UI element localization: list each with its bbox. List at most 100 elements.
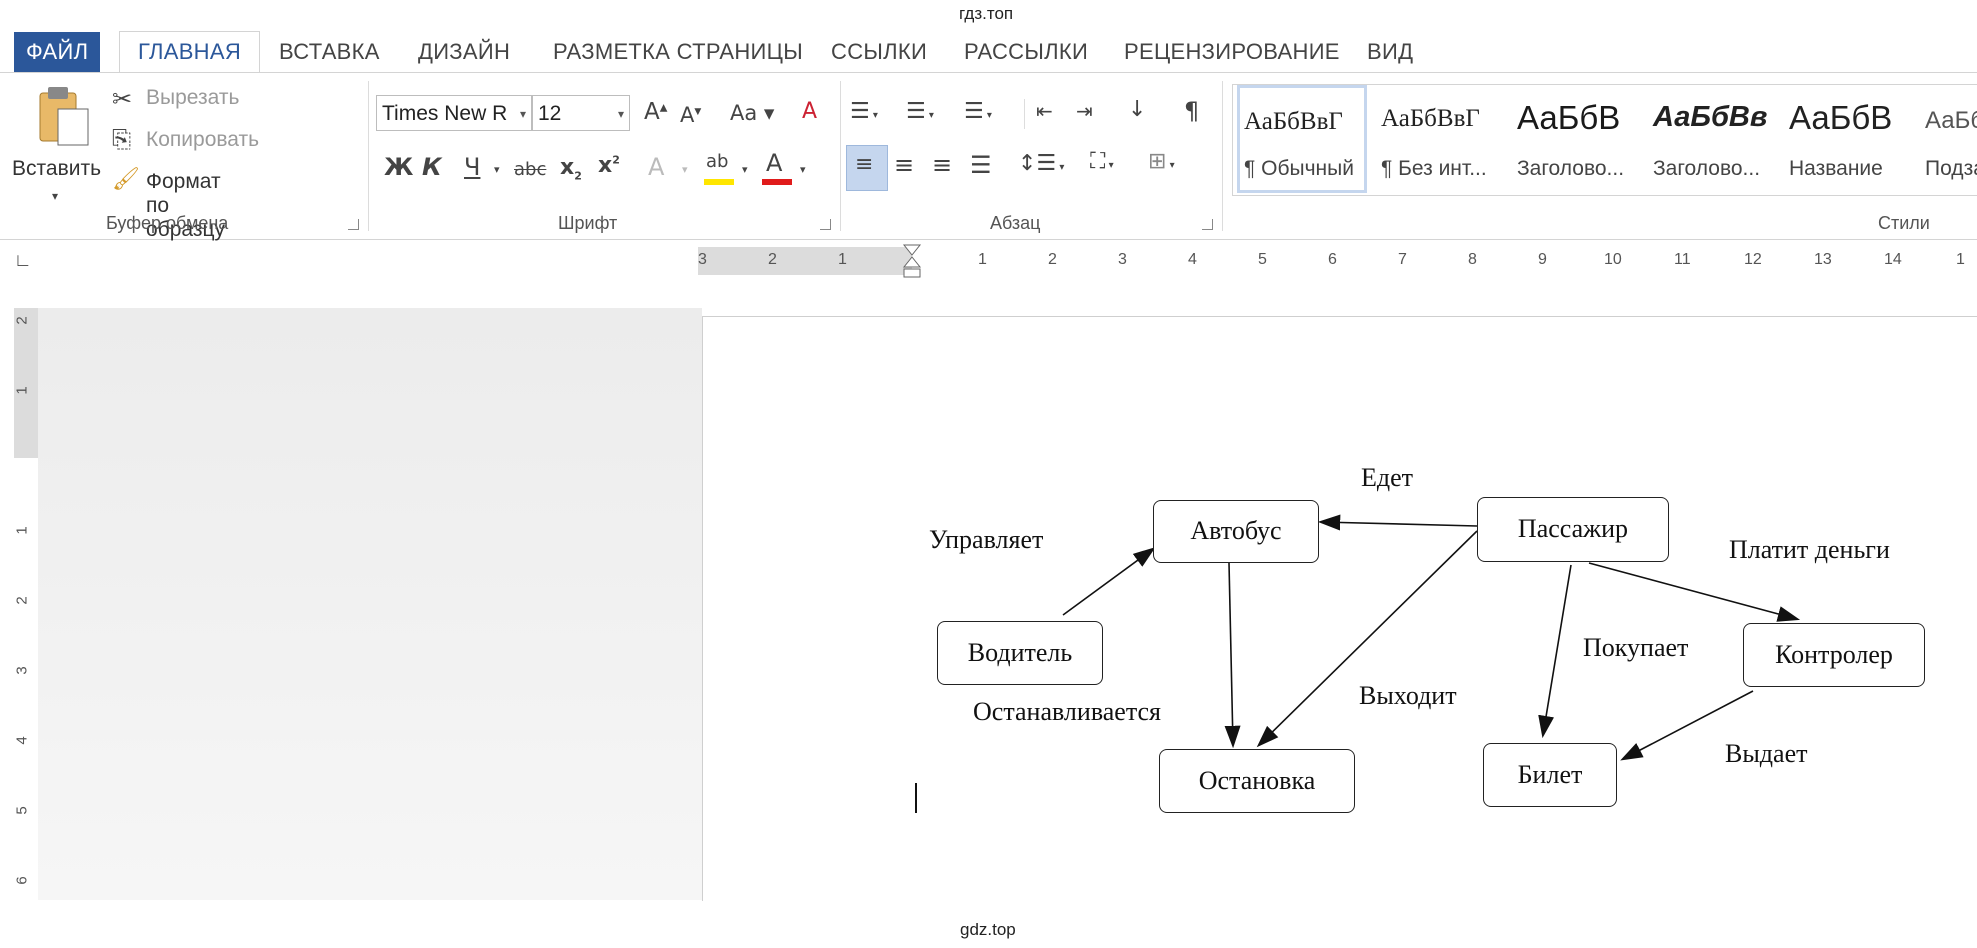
align-right-icon[interactable]: ≡: [932, 151, 952, 179]
clipboard-dialog-launcher[interactable]: [348, 219, 359, 230]
text-cursor: [915, 783, 917, 813]
ruler-number: 9: [1538, 251, 1547, 268]
paste-icon: [39, 87, 89, 146]
style-subtitle[interactable]: АаБб Подза: [1917, 85, 1977, 193]
ruler-number: 3: [13, 666, 31, 675]
tab-references[interactable]: ССЫЛКИ: [831, 32, 927, 72]
style-name: Заголово...: [1517, 157, 1625, 180]
copy-label: Копировать: [146, 128, 260, 151]
label-drives: Едет: [1361, 463, 1414, 492]
text-effects-icon[interactable]: A: [648, 153, 664, 181]
tab-view[interactable]: ВИД: [1367, 32, 1413, 72]
style-heading-2[interactable]: АаБбВв Заголово...: [1645, 85, 1781, 193]
styles-group-label: Стили: [1878, 213, 1930, 233]
subscript-icon[interactable]: x2: [560, 155, 582, 182]
document-page[interactable]: Автобус Пассажир Водитель Контролер Оста…: [702, 316, 1977, 901]
horizontal-ruler[interactable]: 3 2 1 1 2 3 4 5 6 7 8 9 10 11 12 13 14 1: [698, 244, 1977, 278]
arrow-passenger-stop: [1256, 530, 1478, 748]
font-size-value: 12: [538, 102, 562, 125]
font-name-combo[interactable]: Times New R ▾: [376, 95, 532, 131]
font-color-button[interactable]: A: [760, 149, 794, 187]
tab-layout[interactable]: РАЗМЕТКА СТРАНИЦЫ: [553, 32, 803, 72]
arrow-passenger-ticket: [1538, 564, 1572, 739]
align-center-icon[interactable]: ≡: [894, 151, 914, 179]
vertical-ruler[interactable]: 2 1 1 2 3 4 5 6: [14, 308, 38, 900]
tab-review[interactable]: РЕЦЕНЗИРОВАНИЕ: [1124, 32, 1340, 72]
chevron-down-icon[interactable]: ▾: [800, 163, 806, 176]
font-size-combo[interactable]: 12 ▾: [532, 95, 630, 131]
label-pays: Платит деньги: [1729, 535, 1890, 564]
node-bus[interactable]: Автобус: [1153, 500, 1319, 563]
ruler-number: 2: [13, 596, 31, 605]
change-case-button[interactable]: Aa ▾: [730, 101, 774, 125]
brush-icon: 🖌: [112, 167, 140, 192]
numbering-icon[interactable]: ☰ ▾: [906, 99, 934, 124]
ruler-number: 1: [1956, 251, 1965, 268]
tab-insert[interactable]: ВСТАВКА: [279, 32, 380, 72]
style-preview: АаБбВ: [1517, 99, 1621, 136]
clear-formatting-icon[interactable]: A: [802, 99, 817, 124]
chevron-down-icon[interactable]: ▾: [682, 163, 688, 176]
node-passenger[interactable]: Пассажир: [1477, 497, 1669, 562]
tab-design[interactable]: ДИЗАЙН: [418, 32, 510, 72]
indent-marker-icon[interactable]: [902, 243, 922, 281]
bold-button[interactable]: Ж: [384, 153, 413, 181]
italic-button[interactable]: К: [422, 153, 442, 181]
bullets-icon[interactable]: ☰ ▾: [850, 99, 878, 124]
watermark-bottom: gdz.top: [960, 920, 1016, 939]
tab-mailings[interactable]: РАССЫЛКИ: [964, 32, 1088, 72]
justify-icon[interactable]: ☰: [970, 151, 992, 179]
tab-file[interactable]: ФАЙЛ: [14, 32, 101, 72]
divider: [840, 81, 841, 231]
chevron-down-icon[interactable]: ▾: [742, 163, 748, 176]
shrink-font-icon[interactable]: A▼: [680, 103, 701, 127]
style-normal[interactable]: АаБбВвГ ¶ Обычный: [1237, 85, 1367, 193]
watermark-top: гдз.топ: [959, 4, 1014, 23]
grow-font-icon[interactable]: A▲: [644, 99, 667, 125]
style-title[interactable]: АаБбВ Название: [1781, 85, 1917, 193]
style-no-spacing[interactable]: АаБбВвГ ¶ Без инт...: [1373, 85, 1505, 193]
superscript-icon[interactable]: x2: [598, 153, 620, 178]
decrease-indent-icon[interactable]: ⇤: [1036, 99, 1053, 123]
chevron-down-icon[interactable]: ▾: [494, 163, 500, 176]
underline-button[interactable]: Ч: [464, 153, 480, 181]
node-ticket[interactable]: Билет: [1483, 743, 1617, 807]
increase-indent-icon[interactable]: ⇥: [1076, 99, 1093, 123]
label-stops: Останавливается: [973, 697, 1162, 726]
sort-icon[interactable]: ↓: [1128, 97, 1146, 122]
strikethrough-button[interactable]: abc: [514, 159, 546, 180]
highlight-button[interactable]: ab: [702, 151, 736, 187]
node-stop[interactable]: Остановка: [1159, 749, 1355, 813]
paragraph-dialog-launcher[interactable]: [1202, 219, 1213, 230]
ruler-number: 7: [1398, 251, 1407, 268]
node-controller[interactable]: Контролер: [1743, 623, 1925, 687]
node-driver[interactable]: Водитель: [937, 621, 1103, 685]
highlighter-icon: ab: [706, 151, 729, 172]
ruler-number: 2: [1048, 251, 1057, 268]
paste-button[interactable]: Вставить ▾: [12, 85, 104, 213]
document-background: [38, 308, 702, 900]
multilevel-list-icon[interactable]: ☰ ▾: [964, 99, 992, 124]
line-spacing-icon[interactable]: ↕☰ ▾: [1018, 151, 1064, 176]
tab-home[interactable]: ГЛАВНАЯ: [119, 31, 261, 74]
chevron-down-icon: ▾: [617, 107, 624, 121]
style-preview: АаБбВв: [1653, 101, 1768, 133]
label-exits: Выходит: [1359, 681, 1457, 710]
ruler-number: 2: [13, 316, 31, 325]
ruler-number: 4: [1188, 251, 1197, 268]
font-dialog-launcher[interactable]: [820, 219, 831, 230]
ruler-number: 12: [1744, 251, 1762, 268]
ruler-number: 5: [13, 806, 31, 815]
ruler-number: 14: [1884, 251, 1902, 268]
ruler-number: 1: [838, 251, 847, 268]
style-name: ¶ Обычный: [1244, 157, 1354, 180]
style-heading-1[interactable]: АаБбВ Заголово...: [1509, 85, 1645, 193]
label-controls: Управляет: [929, 525, 1044, 554]
pilcrow-icon[interactable]: ¶: [1184, 97, 1199, 125]
borders-icon[interactable]: ⊞ ▾: [1148, 149, 1175, 174]
shading-icon[interactable]: ⛶ ▾: [1090, 149, 1114, 174]
align-left-button[interactable]: ≡: [846, 145, 888, 191]
font-group-label: Шрифт: [558, 213, 618, 233]
ruler-number: 8: [1468, 251, 1477, 268]
tab-stop-selector[interactable]: ∟: [14, 250, 36, 272]
